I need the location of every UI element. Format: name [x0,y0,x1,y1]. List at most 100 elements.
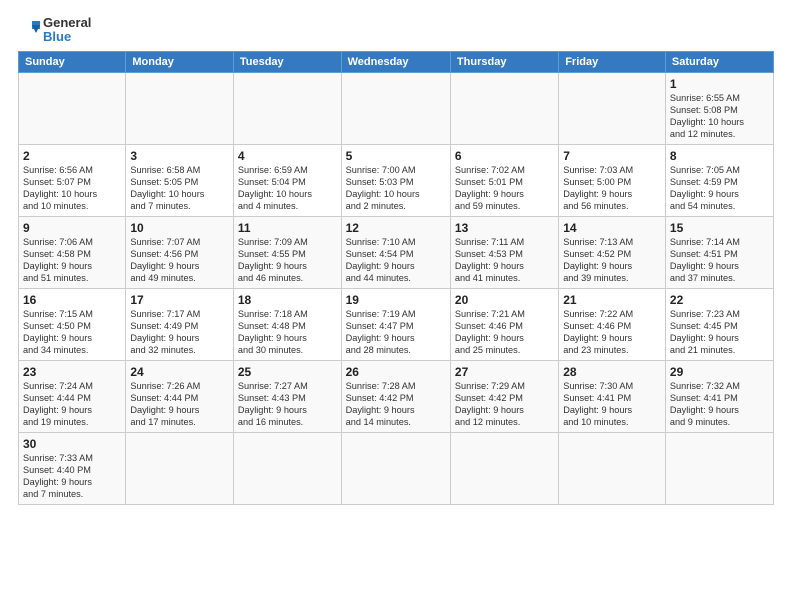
day-info: Sunrise: 7:28 AM Sunset: 4:42 PM Dayligh… [346,381,446,429]
day-number: 30 [23,436,121,452]
day-info: Sunrise: 7:27 AM Sunset: 4:43 PM Dayligh… [238,381,337,429]
day-number: 16 [23,292,121,308]
calendar-cell [559,432,666,504]
day-number: 17 [130,292,229,308]
calendar-cell: 7Sunrise: 7:03 AM Sunset: 5:00 PM Daylig… [559,144,666,216]
calendar-cell: 23Sunrise: 7:24 AM Sunset: 4:44 PM Dayli… [19,360,126,432]
day-info: Sunrise: 7:19 AM Sunset: 4:47 PM Dayligh… [346,309,446,357]
day-number: 12 [346,220,446,236]
calendar-cell: 9Sunrise: 7:06 AM Sunset: 4:58 PM Daylig… [19,216,126,288]
day-number: 18 [238,292,337,308]
day-number: 8 [670,148,769,164]
day-info: Sunrise: 7:23 AM Sunset: 4:45 PM Dayligh… [670,309,769,357]
calendar-cell: 26Sunrise: 7:28 AM Sunset: 4:42 PM Dayli… [341,360,450,432]
day-number: 27 [455,364,554,380]
calendar-cell: 30Sunrise: 7:33 AM Sunset: 4:40 PM Dayli… [19,432,126,504]
day-info: Sunrise: 7:07 AM Sunset: 4:56 PM Dayligh… [130,237,229,285]
calendar-week-row: 2Sunrise: 6:56 AM Sunset: 5:07 PM Daylig… [19,144,774,216]
calendar-cell: 21Sunrise: 7:22 AM Sunset: 4:46 PM Dayli… [559,288,666,360]
calendar-cell: 28Sunrise: 7:30 AM Sunset: 4:41 PM Dayli… [559,360,666,432]
day-number: 23 [23,364,121,380]
calendar-cell: 27Sunrise: 7:29 AM Sunset: 4:42 PM Dayli… [450,360,558,432]
day-number: 15 [670,220,769,236]
calendar-cell: 24Sunrise: 7:26 AM Sunset: 4:44 PM Dayli… [126,360,234,432]
day-info: Sunrise: 7:13 AM Sunset: 4:52 PM Dayligh… [563,237,661,285]
calendar-cell [341,432,450,504]
calendar-cell [559,72,666,144]
calendar-cell: 17Sunrise: 7:17 AM Sunset: 4:49 PM Dayli… [126,288,234,360]
calendar-cell: 10Sunrise: 7:07 AM Sunset: 4:56 PM Dayli… [126,216,234,288]
day-info: Sunrise: 7:05 AM Sunset: 4:59 PM Dayligh… [670,165,769,213]
calendar-cell: 3Sunrise: 6:58 AM Sunset: 5:05 PM Daylig… [126,144,234,216]
calendar-cell: 25Sunrise: 7:27 AM Sunset: 4:43 PM Dayli… [233,360,341,432]
day-info: Sunrise: 7:29 AM Sunset: 4:42 PM Dayligh… [455,381,554,429]
page: General Blue SundayMondayTuesdayWednesda… [0,0,792,612]
calendar-week-row: 9Sunrise: 7:06 AM Sunset: 4:58 PM Daylig… [19,216,774,288]
calendar-week-row: 1Sunrise: 6:55 AM Sunset: 5:08 PM Daylig… [19,72,774,144]
day-number: 19 [346,292,446,308]
calendar-cell: 29Sunrise: 7:32 AM Sunset: 4:41 PM Dayli… [665,360,773,432]
calendar-cell: 15Sunrise: 7:14 AM Sunset: 4:51 PM Dayli… [665,216,773,288]
day-info: Sunrise: 7:26 AM Sunset: 4:44 PM Dayligh… [130,381,229,429]
day-info: Sunrise: 7:03 AM Sunset: 5:00 PM Dayligh… [563,165,661,213]
weekday-header-row: SundayMondayTuesdayWednesdayThursdayFrid… [19,51,774,72]
calendar-week-row: 23Sunrise: 7:24 AM Sunset: 4:44 PM Dayli… [19,360,774,432]
day-number: 6 [455,148,554,164]
day-info: Sunrise: 7:21 AM Sunset: 4:46 PM Dayligh… [455,309,554,357]
day-number: 11 [238,220,337,236]
day-number: 21 [563,292,661,308]
day-info: Sunrise: 6:59 AM Sunset: 5:04 PM Dayligh… [238,165,337,213]
day-info: Sunrise: 7:11 AM Sunset: 4:53 PM Dayligh… [455,237,554,285]
generalblue-icon [18,19,40,41]
day-info: Sunrise: 7:30 AM Sunset: 4:41 PM Dayligh… [563,381,661,429]
calendar-cell [126,432,234,504]
calendar-cell: 5Sunrise: 7:00 AM Sunset: 5:03 PM Daylig… [341,144,450,216]
calendar-cell: 13Sunrise: 7:11 AM Sunset: 4:53 PM Dayli… [450,216,558,288]
calendar-body: 1Sunrise: 6:55 AM Sunset: 5:08 PM Daylig… [19,72,774,504]
calendar-cell: 16Sunrise: 7:15 AM Sunset: 4:50 PM Dayli… [19,288,126,360]
day-info: Sunrise: 7:09 AM Sunset: 4:55 PM Dayligh… [238,237,337,285]
calendar-cell [665,432,773,504]
calendar-cell: 4Sunrise: 6:59 AM Sunset: 5:04 PM Daylig… [233,144,341,216]
day-info: Sunrise: 7:10 AM Sunset: 4:54 PM Dayligh… [346,237,446,285]
calendar-cell [450,432,558,504]
day-number: 1 [670,76,769,92]
day-info: Sunrise: 7:33 AM Sunset: 4:40 PM Dayligh… [23,453,121,501]
calendar-cell: 18Sunrise: 7:18 AM Sunset: 4:48 PM Dayli… [233,288,341,360]
day-number: 22 [670,292,769,308]
day-number: 29 [670,364,769,380]
logo-blue-text: Blue [43,30,91,44]
calendar-cell: 1Sunrise: 6:55 AM Sunset: 5:08 PM Daylig… [665,72,773,144]
logo: General Blue [18,16,91,45]
calendar-week-row: 16Sunrise: 7:15 AM Sunset: 4:50 PM Dayli… [19,288,774,360]
day-info: Sunrise: 6:58 AM Sunset: 5:05 PM Dayligh… [130,165,229,213]
weekday-header: Sunday [19,51,126,72]
day-number: 2 [23,148,121,164]
day-number: 13 [455,220,554,236]
day-info: Sunrise: 7:22 AM Sunset: 4:46 PM Dayligh… [563,309,661,357]
day-info: Sunrise: 6:55 AM Sunset: 5:08 PM Dayligh… [670,93,769,141]
day-number: 20 [455,292,554,308]
calendar-cell: 2Sunrise: 6:56 AM Sunset: 5:07 PM Daylig… [19,144,126,216]
day-number: 10 [130,220,229,236]
day-number: 28 [563,364,661,380]
calendar-cell: 6Sunrise: 7:02 AM Sunset: 5:01 PM Daylig… [450,144,558,216]
calendar-header: SundayMondayTuesdayWednesdayThursdayFrid… [19,51,774,72]
weekday-header: Wednesday [341,51,450,72]
calendar-cell: 11Sunrise: 7:09 AM Sunset: 4:55 PM Dayli… [233,216,341,288]
day-info: Sunrise: 7:17 AM Sunset: 4:49 PM Dayligh… [130,309,229,357]
calendar-cell [233,72,341,144]
day-number: 26 [346,364,446,380]
weekday-header: Thursday [450,51,558,72]
day-info: Sunrise: 7:24 AM Sunset: 4:44 PM Dayligh… [23,381,121,429]
day-info: Sunrise: 7:15 AM Sunset: 4:50 PM Dayligh… [23,309,121,357]
logo-general-text: General [43,16,91,30]
calendar-cell: 19Sunrise: 7:19 AM Sunset: 4:47 PM Dayli… [341,288,450,360]
day-number: 4 [238,148,337,164]
day-number: 24 [130,364,229,380]
day-info: Sunrise: 7:32 AM Sunset: 4:41 PM Dayligh… [670,381,769,429]
day-number: 7 [563,148,661,164]
calendar-cell [341,72,450,144]
calendar-table: SundayMondayTuesdayWednesdayThursdayFrid… [18,51,774,505]
weekday-header: Friday [559,51,666,72]
